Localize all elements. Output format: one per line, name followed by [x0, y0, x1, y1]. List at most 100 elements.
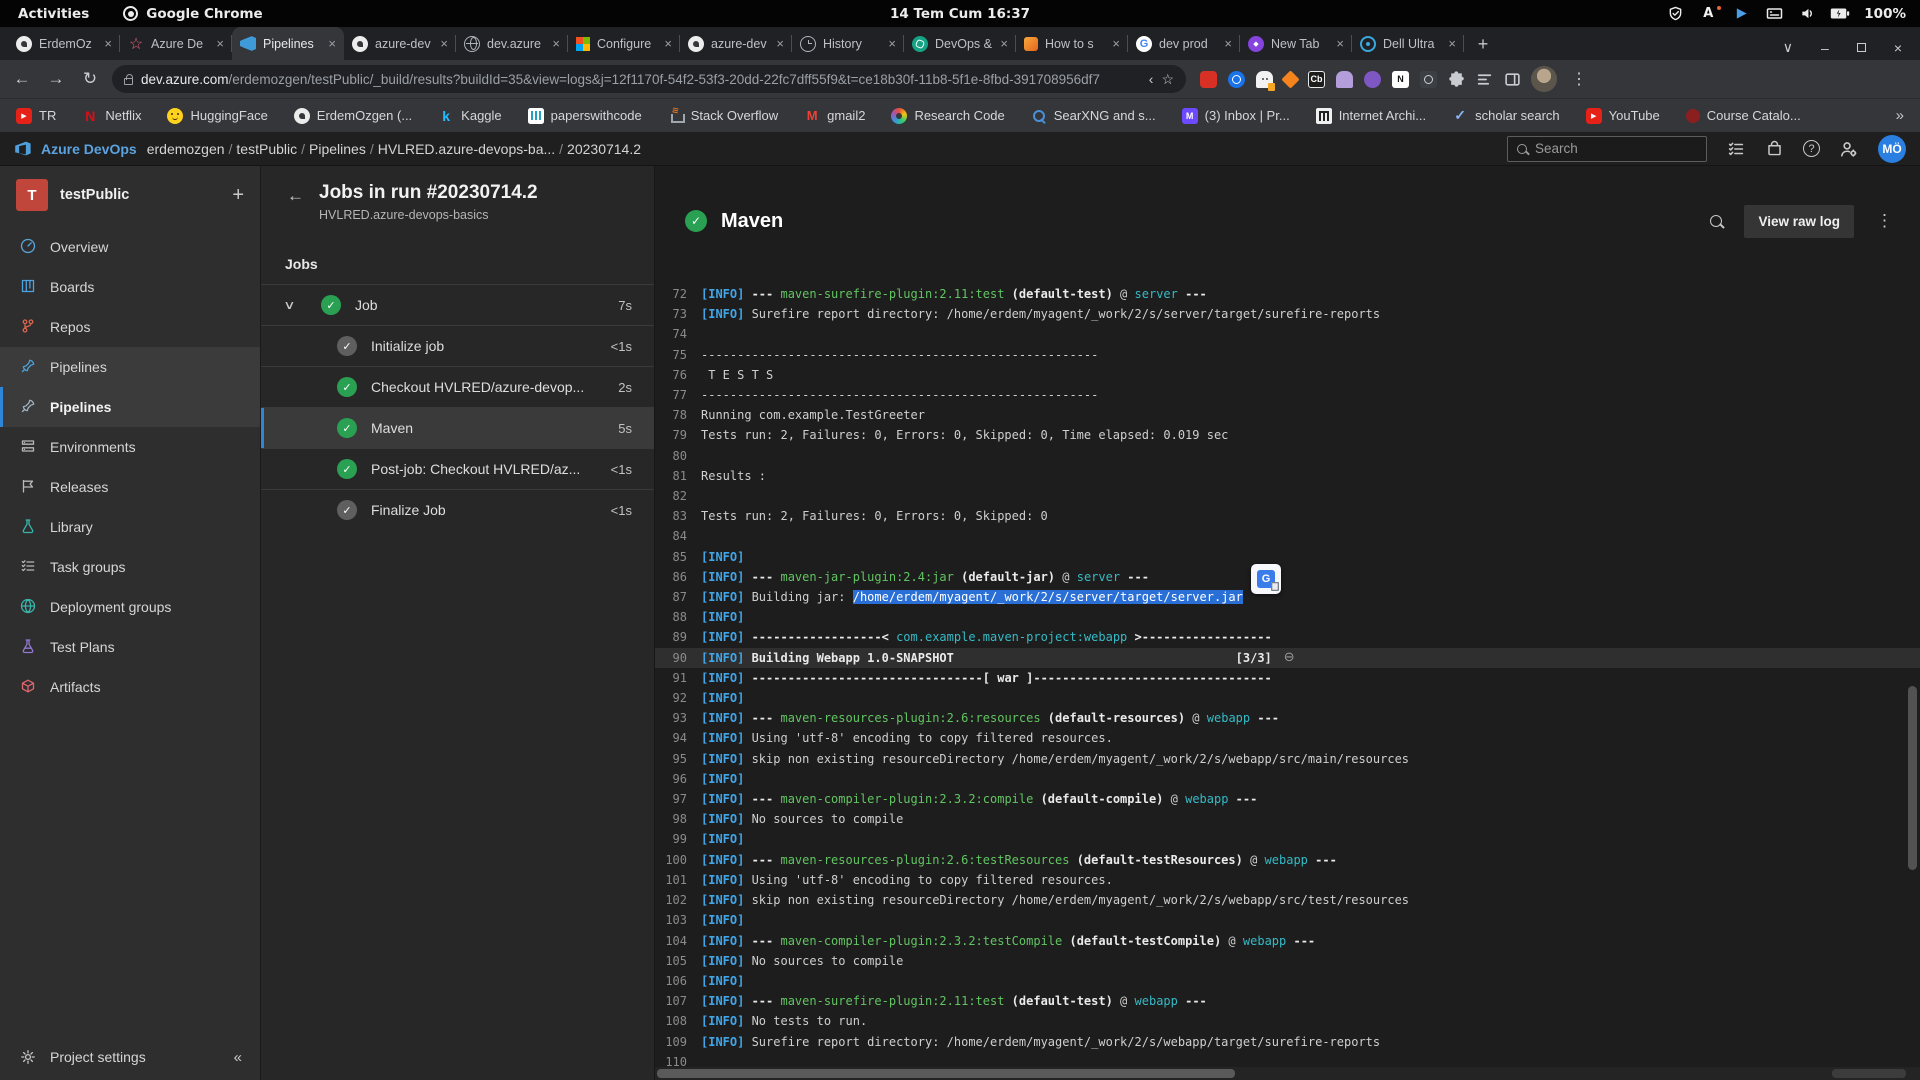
browser-tab[interactable]: Configure×: [568, 27, 680, 60]
log-line[interactable]: 98[INFO] No sources to compile: [655, 809, 1920, 829]
ext-purple-ghost-icon[interactable]: [1336, 71, 1353, 88]
system-tray[interactable]: A 100%: [1666, 5, 1920, 23]
log-line[interactable]: 90[INFO] Building Webapp 1.0-SNAPSHOT [3…: [655, 648, 1920, 668]
breadcrumb-item[interactable]: Pipelines: [309, 141, 366, 157]
tab-close-icon[interactable]: ×: [1336, 36, 1344, 51]
collapse-sidebar-icon[interactable]: «: [234, 1049, 260, 1066]
azure-devops-home[interactable]: Azure DevOps: [14, 139, 137, 158]
share-icon[interactable]: ‹: [1149, 71, 1154, 87]
sidebar-item-task-groups[interactable]: Task groups: [0, 547, 260, 587]
new-tab-button[interactable]: +: [1470, 31, 1496, 57]
log-line[interactable]: 74: [655, 324, 1920, 344]
bookmark-item[interactable]: HuggingFace: [167, 108, 267, 124]
ext-ghost-icon[interactable]: [1256, 71, 1273, 88]
log-line[interactable]: 94[INFO] Using 'utf-8' encoding to copy …: [655, 728, 1920, 748]
log-line[interactable]: 103[INFO]: [655, 910, 1920, 930]
bookmark-item[interactable]: Internet Archi...: [1316, 108, 1426, 124]
ext-notion-icon[interactable]: N: [1392, 71, 1409, 88]
log-line[interactable]: 85[INFO]: [655, 547, 1920, 567]
bookmarks-overflow-icon[interactable]: »: [1896, 107, 1904, 124]
bookmark-item[interactable]: Stack Overflow: [668, 108, 778, 124]
bookmark-item[interactable]: scholar search: [1452, 108, 1560, 124]
ext-fox-icon[interactable]: [1281, 70, 1299, 88]
activities-button[interactable]: Activities: [18, 6, 89, 22]
reload-button[interactable]: ↻: [78, 69, 102, 89]
bookmark-item[interactable]: TR: [16, 108, 56, 124]
marketplace-bag-icon[interactable]: [1765, 140, 1783, 158]
bookmark-item[interactable]: Research Code: [891, 108, 1004, 124]
permalink-icon[interactable]: ⊖: [1284, 648, 1295, 668]
tab-close-icon[interactable]: ×: [1000, 36, 1008, 51]
log-line[interactable]: 88[INFO]: [655, 607, 1920, 627]
user-avatar[interactable]: MÖ: [1878, 135, 1906, 163]
browser-tab[interactable]: History×: [792, 27, 904, 60]
user-settings-icon[interactable]: [1840, 140, 1858, 158]
tab-close-icon[interactable]: ×: [776, 36, 784, 51]
browser-tab[interactable]: DevOps &×: [904, 27, 1016, 60]
add-project-icon[interactable]: +: [232, 184, 244, 207]
chevron-down-icon[interactable]: ∨: [283, 298, 295, 312]
devops-search-input[interactable]: Search: [1507, 136, 1707, 162]
job-row[interactable]: ✓Post-job: Checkout HVLRED/az...<1s: [261, 448, 654, 489]
clock[interactable]: 14 Tem Cum 16:37: [890, 6, 1030, 22]
job-row[interactable]: ∨✓Job7s: [261, 284, 654, 325]
url-text[interactable]: dev.azure.com/erdemozgen/testPublic/_bui…: [141, 72, 1141, 87]
bookmark-item[interactable]: Netflix: [82, 108, 141, 124]
ext-cb-icon[interactable]: Cb: [1308, 71, 1325, 88]
focused-app-menu[interactable]: Google Chrome: [123, 6, 262, 22]
breadcrumb-item[interactable]: erdemozgen: [147, 141, 225, 157]
log-line[interactable]: 92[INFO]: [655, 688, 1920, 708]
job-row[interactable]: ✓Maven5s: [261, 407, 654, 448]
address-bar[interactable]: dev.azure.com/erdemozgen/testPublic/_bui…: [112, 65, 1186, 93]
ext-purple-icon[interactable]: [1364, 71, 1381, 88]
sidebar-item-deployment-groups[interactable]: Deployment groups: [0, 587, 260, 627]
bookmark-item[interactable]: Course Catalo...: [1686, 108, 1801, 123]
sidebar-item-pipelines[interactable]: Pipelines: [0, 387, 260, 427]
browser-tab[interactable]: dev prod×: [1128, 27, 1240, 60]
tab-close-icon[interactable]: ×: [1448, 36, 1456, 51]
tab-close-icon[interactable]: ×: [216, 36, 224, 51]
log-line[interactable]: 102[INFO] skip non existing resourceDire…: [655, 890, 1920, 910]
bookmark-item[interactable]: ErdemOzgen (...: [294, 108, 412, 124]
bookmark-item[interactable]: (3) Inbox | Pr...: [1182, 108, 1290, 124]
project-settings-button[interactable]: Project settings «: [0, 1034, 260, 1080]
sidebar-item-artifacts[interactable]: Artifacts: [0, 667, 260, 707]
log-line[interactable]: 108[INFO] No tests to run.: [655, 1011, 1920, 1031]
window-close-button[interactable]: ×: [1894, 40, 1902, 56]
log-line[interactable]: 86[INFO] --- maven-jar-plugin:2.4:jar (d…: [655, 567, 1920, 587]
browser-tab[interactable]: azure-dev×: [680, 27, 792, 60]
log-line[interactable]: 91[INFO] -------------------------------…: [655, 668, 1920, 688]
bookmark-item[interactable]: Kaggle: [438, 108, 501, 124]
back-button[interactable]: ←: [10, 69, 34, 89]
forward-button[interactable]: →: [44, 69, 68, 89]
bookmark-star-icon[interactable]: ☆: [1161, 71, 1174, 88]
sidebar-item-repos[interactable]: Repos: [0, 307, 260, 347]
window-minimize-button[interactable]: –: [1821, 40, 1829, 56]
breadcrumb-item[interactable]: testPublic: [236, 141, 297, 157]
log-line[interactable]: 105[INFO] No sources to compile: [655, 951, 1920, 971]
horizontal-scrollbar-thumb[interactable]: [657, 1069, 1235, 1078]
log-line[interactable]: 89[INFO] ------------------< com.example…: [655, 627, 1920, 647]
breadcrumb-item[interactable]: 20230714.2: [567, 141, 641, 157]
log-line[interactable]: 106[INFO]: [655, 971, 1920, 991]
tab-close-icon[interactable]: ×: [664, 36, 672, 51]
browser-menu-icon[interactable]: ⋮: [1567, 69, 1591, 89]
sidebar-item-environments[interactable]: Environments: [0, 427, 260, 467]
log-more-options-icon[interactable]: ⋮: [1876, 211, 1894, 231]
tab-close-icon[interactable]: ×: [552, 36, 560, 51]
log-line[interactable]: 97[INFO] --- maven-compiler-plugin:2.3.2…: [655, 789, 1920, 809]
log-line[interactable]: 75--------------------------------------…: [655, 345, 1920, 365]
reading-list-icon[interactable]: [1475, 70, 1493, 88]
log-line[interactable]: 72[INFO] --- maven-surefire-plugin:2.11:…: [655, 284, 1920, 304]
log-line[interactable]: 82: [655, 486, 1920, 506]
log-line[interactable]: 76 T E S T S: [655, 365, 1920, 385]
browser-tab[interactable]: Azure De×: [120, 27, 232, 60]
tab-close-icon[interactable]: ×: [1224, 36, 1232, 51]
project-switcher[interactable]: T testPublic +: [0, 166, 260, 227]
side-panel-icon[interactable]: [1503, 70, 1521, 88]
browser-tab[interactable]: azure-dev×: [344, 27, 456, 60]
bookmark-item[interactable]: YouTube: [1586, 108, 1660, 124]
log-line[interactable]: 78Running com.example.TestGreeter: [655, 405, 1920, 425]
bookmark-item[interactable]: gmail2: [804, 108, 865, 124]
sidebar-item-overview[interactable]: Overview: [0, 227, 260, 267]
